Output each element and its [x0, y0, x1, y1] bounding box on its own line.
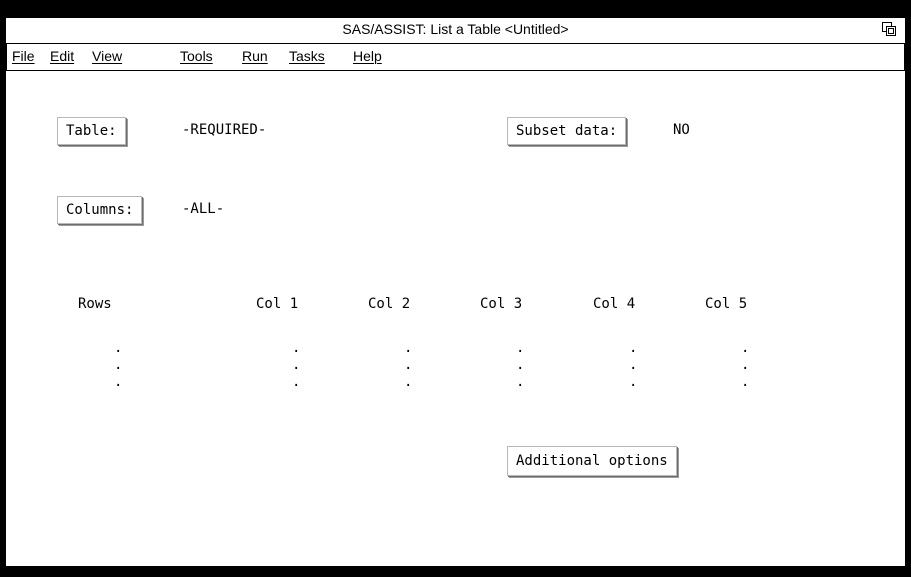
additional-options-button[interactable]: Additional options	[507, 446, 677, 476]
menu-help[interactable]: Help	[353, 48, 382, 64]
column-header-4: Col 4	[593, 296, 636, 312]
cell-placeholder: .	[741, 340, 750, 356]
column-header-5: Col 5	[705, 296, 748, 312]
cell-placeholder: .	[516, 340, 525, 356]
menu-view[interactable]: View	[92, 48, 122, 64]
window-title: SAS/ASSIST: List a Table <Untitled>	[342, 21, 569, 37]
table-button[interactable]: Table:	[57, 117, 126, 145]
title-bar[interactable]: SAS/ASSIST: List a Table <Untitled>	[6, 18, 905, 44]
cell-placeholder: .	[741, 357, 750, 373]
sas-assist-window: SAS/ASSIST: List a Table <Untitled> File…	[6, 18, 905, 566]
menu-tools[interactable]: Tools	[180, 48, 213, 64]
column-header-1: Col 1	[256, 296, 299, 312]
column-header-3: Col 3	[480, 296, 523, 312]
subset-data-button[interactable]: Subset data:	[507, 117, 627, 145]
subset-data-value: NO	[673, 122, 690, 138]
cell-placeholder: .	[516, 357, 525, 373]
form-area: Table: -REQUIRED- Subset data: NO Column…	[6, 71, 905, 566]
menu-bar: File Edit View Tools Run Tasks Help	[6, 44, 905, 71]
cell-placeholder: .	[292, 357, 301, 373]
cell-placeholder: .	[629, 340, 638, 356]
column-header-2: Col 2	[368, 296, 411, 312]
row-placeholder: .	[114, 357, 123, 373]
columns-button[interactable]: Columns:	[57, 196, 143, 224]
table-value: -REQUIRED-	[182, 122, 267, 138]
menu-run[interactable]: Run	[242, 48, 268, 64]
cell-placeholder: .	[404, 374, 413, 390]
rows-label: Rows	[78, 296, 112, 312]
cell-placeholder: .	[292, 340, 301, 356]
row-placeholder: .	[114, 340, 123, 356]
menu-edit[interactable]: Edit	[50, 48, 74, 64]
row-placeholder: .	[114, 374, 123, 390]
cell-placeholder: .	[292, 374, 301, 390]
cell-placeholder: .	[516, 374, 525, 390]
cell-placeholder: .	[741, 374, 750, 390]
columns-value: -ALL-	[182, 201, 225, 217]
cell-placeholder: .	[629, 374, 638, 390]
cell-placeholder: .	[404, 357, 413, 373]
menu-tasks[interactable]: Tasks	[289, 48, 325, 64]
cell-placeholder: .	[404, 340, 413, 356]
menu-file[interactable]: File	[12, 48, 35, 64]
cell-placeholder: .	[629, 357, 638, 373]
restore-window-icon[interactable]	[881, 21, 897, 37]
